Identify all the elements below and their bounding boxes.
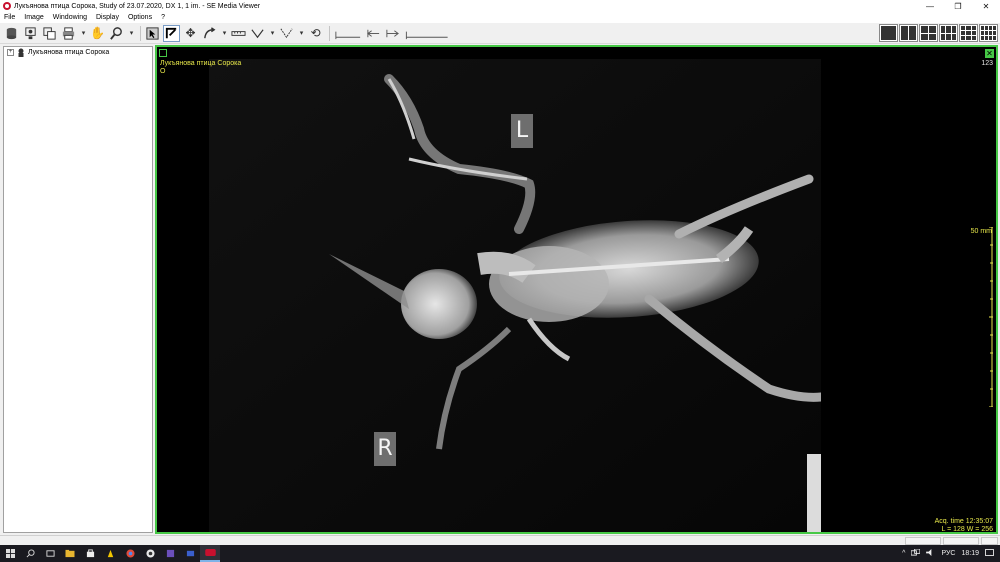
- layout-2x2-icon[interactable]: [919, 24, 938, 42]
- viewport-close-icon[interactable]: ✕: [985, 49, 994, 58]
- se-media-viewer-task-icon[interactable]: [200, 545, 220, 562]
- app-purple-icon[interactable]: [160, 545, 180, 562]
- patient-name-overlay: Лукъянова птица Сорока: [160, 60, 242, 67]
- layout-3x3-icon[interactable]: [959, 24, 978, 42]
- window-controls: — ❐ ✕: [916, 0, 1000, 12]
- layout-1x2-icon[interactable]: [899, 24, 918, 42]
- taskbar: ^ РУС 18:19: [0, 545, 1000, 562]
- menu-file[interactable]: File: [4, 14, 15, 21]
- toolbar-separator: [329, 25, 330, 41]
- layout-2x3-icon[interactable]: [939, 24, 958, 42]
- measure-left-icon[interactable]: [365, 25, 382, 42]
- language-indicator[interactable]: РУС: [941, 550, 955, 557]
- toolbar: ▾ ✋ ▾ ✥ ▾ ▾ ▾ ⟲: [0, 23, 1000, 44]
- restore-button[interactable]: ❐: [944, 0, 972, 12]
- network-icon[interactable]: [911, 548, 921, 558]
- chrome-icon[interactable]: [120, 545, 140, 562]
- angle-icon[interactable]: [249, 25, 266, 42]
- status-cell: [905, 537, 941, 545]
- store-icon[interactable]: [80, 545, 100, 562]
- file-explorer-icon[interactable]: [60, 545, 80, 562]
- app-blue-icon[interactable]: [180, 545, 200, 562]
- close-button[interactable]: ✕: [972, 0, 1000, 12]
- menu-options[interactable]: Options: [128, 14, 152, 21]
- app-logo-icon: [3, 2, 11, 10]
- notifications-icon[interactable]: [985, 549, 994, 558]
- menu-help[interactable]: ?: [161, 14, 165, 21]
- menu-windowing[interactable]: Windowing: [53, 14, 87, 21]
- media-player-icon[interactable]: [140, 545, 160, 562]
- right-marker: R: [374, 432, 396, 466]
- chevron-down-icon[interactable]: ▾: [220, 25, 229, 42]
- zoom-icon[interactable]: [108, 25, 125, 42]
- acquisition-time-overlay: Acq. time 12:35:07: [934, 518, 993, 525]
- start-windows-icon[interactable]: [0, 545, 20, 562]
- layout-selector: [878, 24, 998, 42]
- status-bar: [0, 535, 1000, 545]
- app-yellow-icon[interactable]: [100, 545, 120, 562]
- menu-image[interactable]: Image: [24, 14, 43, 21]
- menu-bar: File Image Windowing Display Options ?: [0, 12, 1000, 23]
- measure-scale-icon[interactable]: [403, 25, 451, 42]
- chevron-down-icon[interactable]: ▾: [79, 25, 88, 42]
- patient-icon[interactable]: [22, 25, 39, 42]
- title-bar: Лукъянова птица Сорока, Study of 23.07.2…: [0, 0, 1000, 12]
- measure-right-icon[interactable]: [384, 25, 401, 42]
- toolbar-separator: [140, 25, 141, 41]
- window-level-overlay: L = 128 W = 256: [941, 526, 994, 533]
- minimize-button[interactable]: —: [916, 0, 944, 12]
- task-view-icon[interactable]: [40, 545, 60, 562]
- rotate-icon[interactable]: ⟲: [307, 25, 324, 42]
- chevron-down-icon[interactable]: ▾: [297, 25, 306, 42]
- system-tray: ^ РУС 18:19: [902, 545, 1000, 562]
- image-viewport[interactable]: ✕ Лукъянова птица Сорока O 123 50 mm L R…: [155, 45, 998, 534]
- select-icon[interactable]: [144, 25, 161, 42]
- curve-icon[interactable]: [201, 25, 218, 42]
- app-window: Лукъянова птица Сорока, Study of 23.07.2…: [0, 0, 1000, 562]
- volume-icon[interactable]: [926, 549, 935, 558]
- study-tree-panel: + Лукъянова птица Сорока: [3, 46, 153, 533]
- search-icon[interactable]: [20, 545, 40, 562]
- menu-display[interactable]: Display: [96, 14, 119, 21]
- pan-hand-icon[interactable]: ✋: [89, 25, 106, 42]
- chevron-down-icon[interactable]: ▾: [127, 25, 136, 42]
- image-number-overlay: 123: [981, 60, 993, 67]
- patient-head-icon: [17, 48, 25, 57]
- tray-chevron-up-icon[interactable]: ^: [902, 550, 905, 557]
- layout-4x4-icon[interactable]: [979, 24, 998, 42]
- window-title: Лукъянова птица Сорока, Study of 23.07.2…: [14, 2, 261, 10]
- print-icon[interactable]: [60, 25, 77, 42]
- orientation-overlay: O: [160, 68, 166, 75]
- annotate-icon[interactable]: [163, 24, 180, 42]
- roi-icon[interactable]: [278, 25, 295, 42]
- status-cell: [943, 537, 979, 545]
- database-icon[interactable]: [3, 25, 20, 42]
- measure-line-icon[interactable]: [333, 25, 363, 42]
- left-marker: L: [511, 114, 533, 148]
- scale-ruler: [989, 226, 993, 408]
- viewport-select-checkbox[interactable]: [159, 49, 167, 57]
- move-icon[interactable]: ✥: [182, 25, 199, 42]
- ruler-icon[interactable]: [230, 25, 247, 42]
- clock[interactable]: 18:19: [961, 550, 979, 557]
- status-cell: [981, 537, 998, 545]
- chevron-down-icon[interactable]: ▾: [268, 25, 277, 42]
- tree-item-patient[interactable]: + Лукъянова птица Сорока: [4, 47, 152, 58]
- tree-item-label: Лукъянова птица Сорока: [28, 49, 110, 56]
- tree-expand-icon[interactable]: +: [7, 49, 14, 56]
- layout-1x1-icon[interactable]: [879, 24, 898, 42]
- series-icon[interactable]: [41, 25, 58, 42]
